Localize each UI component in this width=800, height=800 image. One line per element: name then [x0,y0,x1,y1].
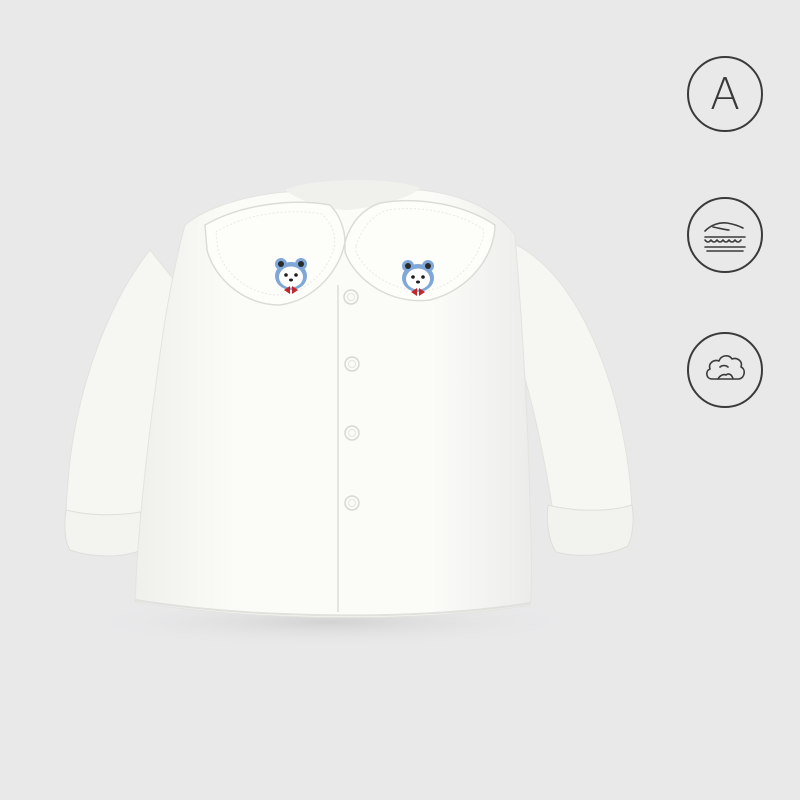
baby-shirt-image [64,179,634,648]
grade-a-badge: A [687,56,763,132]
cotton-cloud-icon [706,355,745,380]
softness-badge [687,197,763,273]
cotton-badge [687,332,763,408]
product-image-stage: A [0,0,800,800]
hand-on-cushion-icon [704,222,746,252]
letter-a-icon: A [709,69,741,120]
